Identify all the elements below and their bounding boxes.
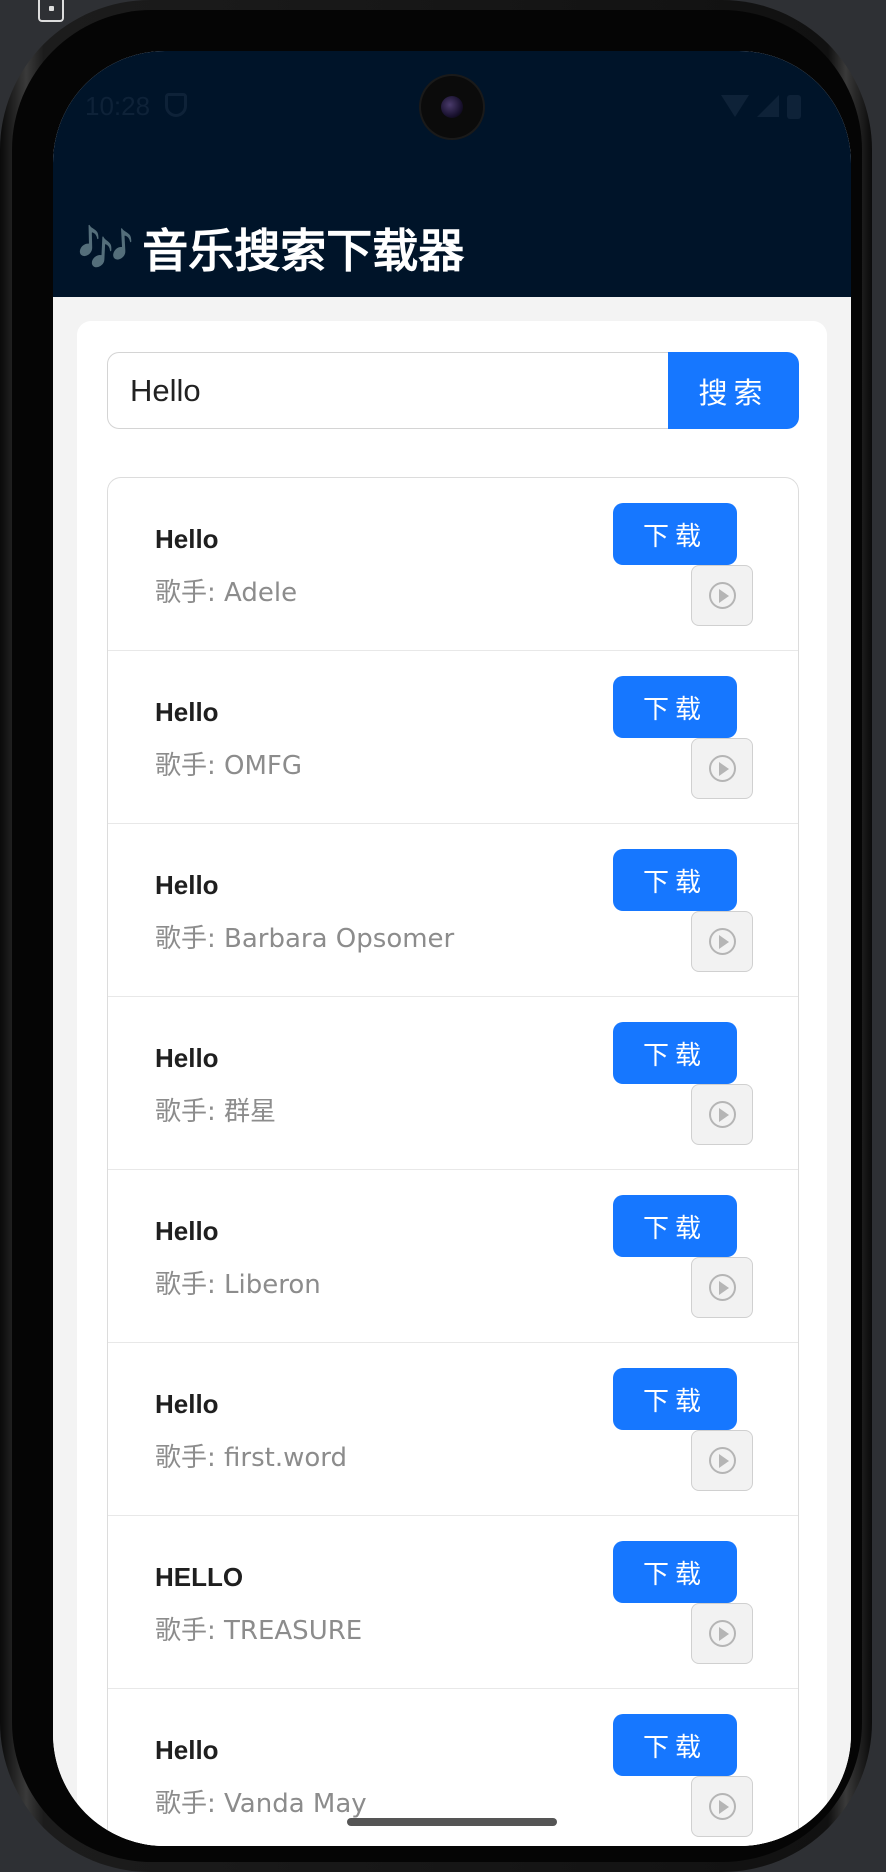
window-icon[interactable] [38, 0, 64, 22]
download-button[interactable]: 下载 [613, 1368, 737, 1430]
app-header: 🎶 音乐搜索下载器 [53, 201, 851, 297]
app-title: 🎶 音乐搜索下载器 [77, 215, 464, 281]
status-time: 10:28 [85, 91, 151, 121]
download-button[interactable]: 下载 [613, 849, 737, 911]
play-icon [709, 1447, 736, 1474]
song-artist: 歌手: OMFG [155, 751, 303, 781]
download-button[interactable]: 下载 [613, 676, 737, 738]
list-item: Hello 歌手: Barbara Opsomer 下载 [108, 824, 798, 997]
play-button[interactable] [691, 911, 753, 972]
play-button[interactable] [691, 1430, 753, 1491]
search-input[interactable] [107, 352, 669, 429]
music-notes-icon: 🎶 [77, 220, 135, 275]
play-button[interactable] [691, 1257, 753, 1318]
play-icon [709, 1274, 736, 1301]
results-list: Hello 歌手: Adele 下载 Hello 歌手: OMFG 下载 Hello 歌手: … [107, 477, 799, 1846]
list-item: Hello 歌手: OMFG 下载 [108, 651, 798, 824]
list-item: HELLO 歌手: TREASURE 下载 [108, 1516, 798, 1689]
play-icon [709, 1101, 736, 1128]
song-title: Hello [155, 697, 219, 727]
search-button[interactable]: 搜索 [668, 352, 799, 429]
download-button[interactable]: 下载 [613, 1195, 737, 1257]
home-indicator[interactable] [347, 1818, 557, 1826]
list-item: Hello 歌手: Adele 下载 [108, 478, 798, 651]
app-title-text: 音乐搜索下载器 [142, 224, 465, 278]
battery-icon [787, 95, 801, 119]
play-icon [709, 928, 736, 955]
content-area: 搜索 Hello 歌手: Adele 下载 Hello 歌手: OMFG 下载 Hello 歌… [53, 297, 851, 1846]
song-title: Hello [155, 870, 219, 900]
song-artist: 歌手: Liberon [155, 1270, 321, 1300]
song-artist: 歌手: Vanda May [155, 1789, 367, 1819]
play-icon [709, 755, 736, 782]
download-button[interactable]: 下载 [613, 1541, 737, 1603]
song-artist: 歌手: 群星 [155, 1097, 277, 1127]
main-card: 搜索 Hello 歌手: Adele 下载 Hello 歌手: OMFG 下载 Hello 歌… [77, 321, 827, 1846]
song-title: Hello [155, 524, 219, 554]
phone-screen: 10:28 🎶 音乐搜索下载器 Hello 搜索 Hello 歌手: Adele… [53, 51, 851, 1846]
signal-icon [757, 95, 779, 117]
play-icon [709, 1793, 736, 1820]
search-bar: 搜索 [107, 352, 799, 429]
play-button[interactable] [691, 1776, 753, 1837]
song-artist: 歌手: Barbara Opsomer [155, 924, 455, 954]
song-artist: 歌手: Adele [155, 578, 298, 608]
status-bar: 10:28 [53, 51, 851, 201]
song-title: Hello [155, 1735, 219, 1765]
phone-bezel: 10:28 🎶 音乐搜索下载器 Hello 搜索 Hello 歌手: Adele… [12, 10, 862, 1862]
shield-icon [165, 93, 187, 117]
wifi-icon [721, 95, 749, 117]
song-artist: 歌手: first.word [155, 1443, 348, 1473]
song-title: HELLO [155, 1562, 244, 1592]
song-title: Hello [155, 1216, 219, 1246]
play-button[interactable] [691, 565, 753, 626]
play-icon [709, 582, 736, 609]
song-title: Hello [155, 1389, 219, 1419]
play-button[interactable] [691, 738, 753, 799]
play-button[interactable] [691, 1603, 753, 1664]
system-icons [721, 95, 801, 119]
download-button[interactable]: 下载 [613, 503, 737, 565]
phone-frame: 10:28 🎶 音乐搜索下载器 Hello 搜索 Hello 歌手: Adele… [0, 0, 872, 1872]
play-button[interactable] [691, 1084, 753, 1145]
song-artist: 歌手: TREASURE [155, 1616, 363, 1646]
list-item: Hello 歌手: first.word 下载 [108, 1343, 798, 1516]
list-item: Hello 歌手: Liberon 下载 [108, 1170, 798, 1343]
play-icon [709, 1620, 736, 1647]
download-button[interactable]: 下载 [613, 1022, 737, 1084]
front-camera [421, 76, 483, 138]
song-title: Hello [155, 1043, 219, 1073]
list-item: Hello 歌手: 群星 下载 [108, 997, 798, 1170]
download-button[interactable]: 下载 [613, 1714, 737, 1776]
